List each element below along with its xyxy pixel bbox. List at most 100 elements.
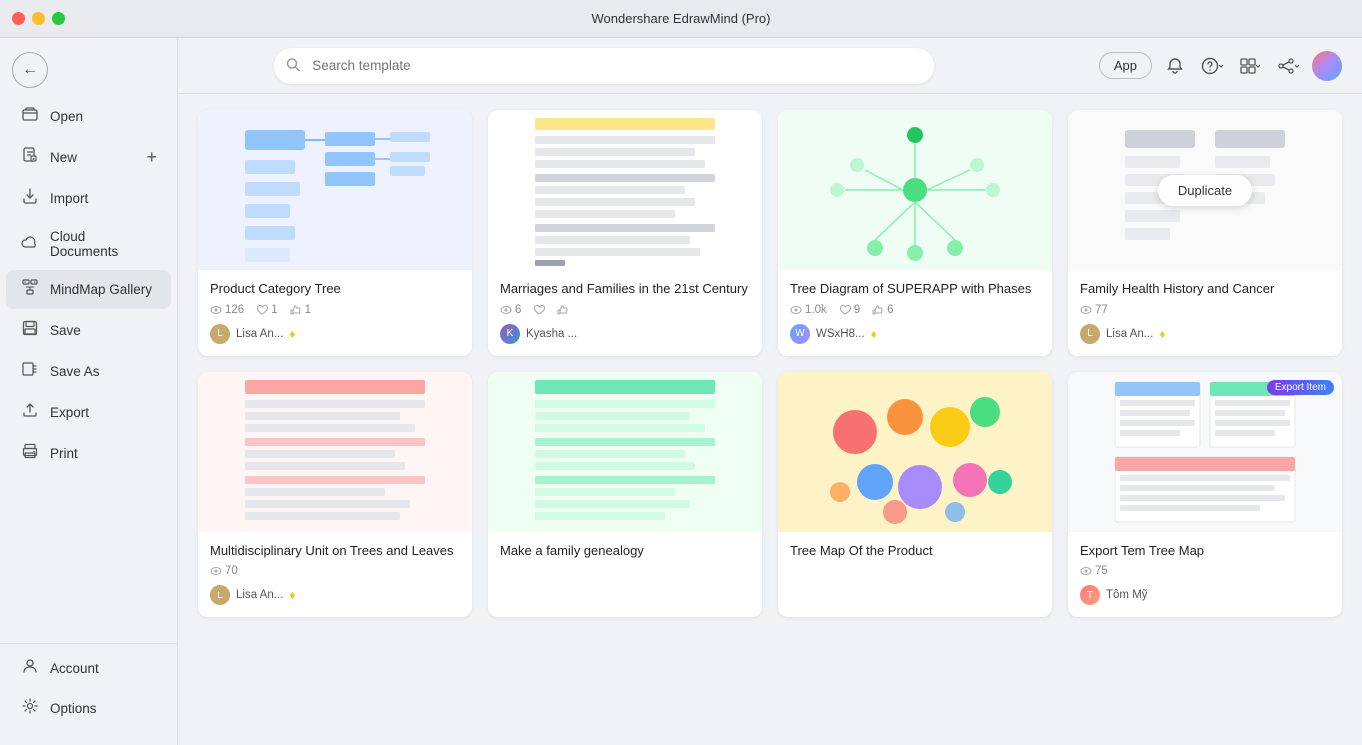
search-bar — [274, 48, 934, 84]
likes-stat — [533, 304, 545, 316]
duplicate-overlay: Duplicate — [1068, 110, 1342, 270]
mindmap-label: MindMap Gallery — [50, 282, 152, 297]
sidebar-item-account[interactable]: Account — [6, 649, 171, 688]
new-plus-icon: + — [146, 147, 157, 168]
author-avatar: K — [500, 324, 520, 344]
card-info: Multidisciplinary Unit on Trees and Leav… — [198, 532, 472, 618]
sidebar-item-save[interactable]: Save — [6, 311, 171, 350]
new-label: New — [50, 150, 77, 165]
premium-badge: ♦ — [1159, 327, 1165, 341]
card-author: L Lisa An... ♦ — [1080, 324, 1330, 344]
export-item-badge: Export Item — [1267, 380, 1334, 395]
gallery-grid: Product Category Tree 126 1 — [198, 110, 1342, 617]
card-title: Multidisciplinary Unit on Trees and Leav… — [210, 542, 460, 560]
sidebar-top: ← — [0, 46, 177, 96]
premium-badge: ♦ — [289, 327, 295, 341]
card-title: Marriages and Families in the 21st Centu… — [500, 280, 750, 298]
card-info: Tree Diagram of SUPERAPP with Phases 1.0… — [778, 270, 1052, 356]
maximize-button[interactable] — [52, 12, 65, 25]
share-button[interactable] — [1274, 51, 1304, 81]
search-icon — [286, 57, 300, 74]
user-avatar[interactable] — [1312, 51, 1342, 81]
layout-button[interactable] — [1236, 51, 1266, 81]
import-icon — [20, 188, 40, 209]
card-stats: 70 — [210, 565, 460, 577]
sidebar-item-import[interactable]: Import — [6, 179, 171, 218]
sidebar-item-open[interactable]: Open — [6, 97, 171, 136]
card-product-category-tree[interactable]: Product Category Tree 126 1 — [198, 110, 472, 356]
sidebar-bottom: Account Options — [0, 643, 177, 737]
card-family-genealogy[interactable]: Make a family genealogy — [488, 372, 762, 618]
thumbs-stat: 1 — [290, 304, 311, 316]
views-stat: 70 — [210, 565, 238, 577]
likes-stat: 9 — [839, 304, 860, 316]
card-info: Product Category Tree 126 1 — [198, 270, 472, 356]
author-avatar: T — [1080, 585, 1100, 605]
views-stat: 6 — [500, 304, 521, 316]
sidebar-items: Open New + Import — [0, 96, 177, 635]
premium-badge: ♦ — [871, 327, 877, 341]
card-author: L Lisa An... ♦ — [210, 585, 460, 605]
mindmap-icon — [20, 279, 40, 300]
sidebar-item-saveas[interactable]: Save As — [6, 352, 171, 391]
card-export-tem-tree-map[interactable]: Export Item Export Tem Tree Map 75 T — [1068, 372, 1342, 618]
options-label: Options — [50, 701, 97, 716]
card-stats: 1.0k 9 6 — [790, 304, 1040, 316]
sidebar-item-options[interactable]: Options — [6, 689, 171, 728]
premium-badge: ♦ — [289, 588, 295, 602]
card-stats: 75 — [1080, 565, 1330, 577]
card-marriages-families[interactable]: Marriages and Families in the 21st Centu… — [488, 110, 762, 356]
close-button[interactable] — [12, 12, 25, 25]
app-button[interactable]: App — [1099, 52, 1152, 79]
sidebar-item-export[interactable]: Export — [6, 393, 171, 432]
card-author: K Kyasha ... — [500, 324, 750, 344]
sidebar-item-print[interactable]: Print — [6, 434, 171, 473]
duplicate-button[interactable]: Duplicate — [1158, 175, 1252, 206]
top-bar: App — [178, 38, 1362, 94]
card-tree-diagram-superapp[interactable]: Tree Diagram of SUPERAPP with Phases 1.0… — [778, 110, 1052, 356]
help-button[interactable] — [1198, 51, 1228, 81]
account-label: Account — [50, 661, 99, 676]
sidebar-item-new[interactable]: New + — [6, 138, 171, 177]
card-title: Export Tem Tree Map — [1080, 542, 1330, 560]
open-label: Open — [50, 109, 83, 124]
saveas-label: Save As — [50, 364, 100, 379]
card-family-health-history[interactable]: Duplicate Family Health History and Canc… — [1068, 110, 1342, 356]
card-title: Family Health History and Cancer — [1080, 280, 1330, 298]
card-title: Product Category Tree — [210, 280, 460, 298]
save-icon — [20, 320, 40, 341]
back-button[interactable]: ← — [12, 52, 48, 88]
thumbs-stat — [557, 304, 569, 316]
sidebar: ← Open New + — [0, 38, 178, 745]
notification-button[interactable] — [1160, 51, 1190, 81]
account-icon — [20, 658, 40, 679]
card-info: Family Health History and Cancer 77 L Li… — [1068, 270, 1342, 356]
export-label: Export — [50, 405, 89, 420]
traffic-lights — [12, 12, 65, 25]
content-area: App — [178, 38, 1362, 745]
import-label: Import — [50, 191, 88, 206]
search-input[interactable] — [274, 48, 934, 84]
card-title: Tree Map Of the Product — [790, 542, 1040, 560]
print-icon — [20, 443, 40, 464]
card-info: Marriages and Families in the 21st Centu… — [488, 270, 762, 356]
card-info: Tree Map Of the Product — [778, 532, 1052, 578]
views-stat: 77 — [1080, 304, 1108, 316]
cloud-label: Cloud Documents — [50, 229, 157, 259]
sidebar-item-cloud[interactable]: Cloud Documents — [6, 220, 171, 268]
author-avatar: L — [210, 324, 230, 344]
card-multidisciplinary-trees[interactable]: Multidisciplinary Unit on Trees and Leav… — [198, 372, 472, 618]
main-layout: ← Open New + — [0, 38, 1362, 745]
author-avatar: L — [1080, 324, 1100, 344]
minimize-button[interactable] — [32, 12, 45, 25]
sidebar-item-mindmap[interactable]: MindMap Gallery — [6, 270, 171, 309]
card-title: Tree Diagram of SUPERAPP with Phases — [790, 280, 1040, 298]
card-author: T Tôm Mỹ — [1080, 585, 1330, 605]
saveas-icon — [20, 361, 40, 382]
card-tree-map-product[interactable]: Tree Map Of the Product — [778, 372, 1052, 618]
print-label: Print — [50, 446, 78, 461]
views-stat: 75 — [1080, 565, 1108, 577]
card-info: Make a family genealogy — [488, 532, 762, 586]
card-stats: 6 — [500, 304, 750, 316]
card-info: Export Tem Tree Map 75 T Tôm Mỹ — [1068, 532, 1342, 618]
